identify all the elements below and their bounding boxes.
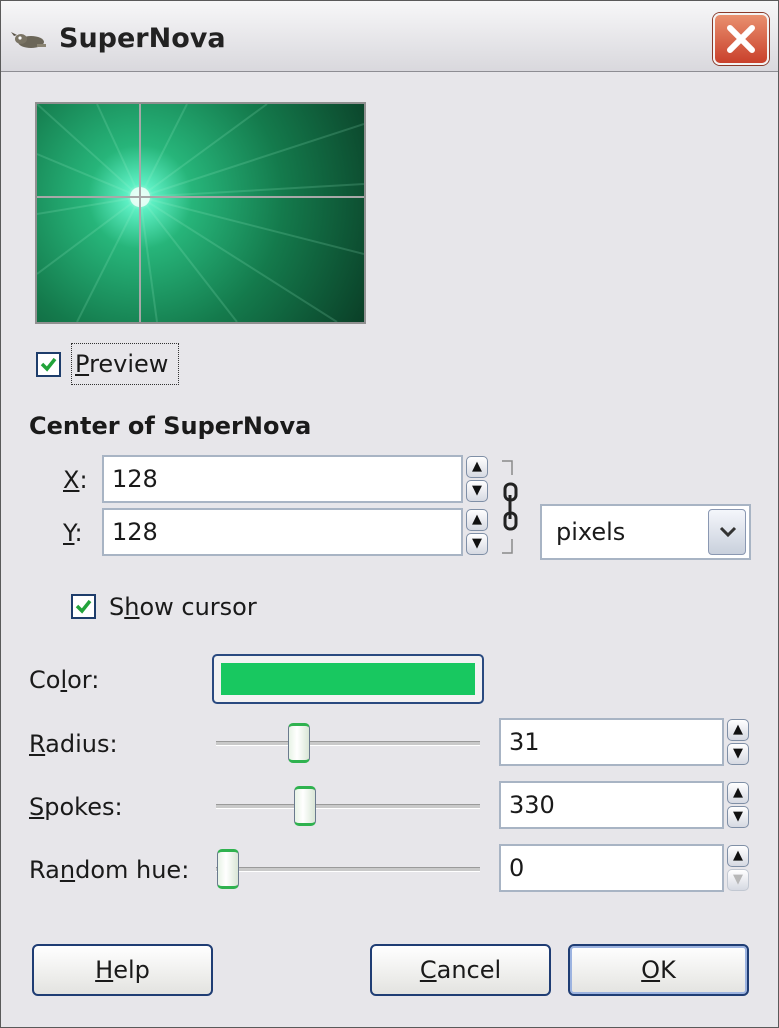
random-hue-increment-button[interactable]: ▲: [727, 845, 749, 867]
radius-decrement-button[interactable]: ▼: [727, 743, 749, 765]
supernova-preview-image: [37, 104, 364, 322]
random-hue-spinner[interactable]: ▲ ▼: [727, 844, 749, 892]
color-button[interactable]: [212, 654, 484, 704]
x-spinner[interactable]: ▲ ▼: [466, 455, 488, 503]
x-label: X:: [63, 466, 88, 494]
checkmark-icon: [75, 599, 92, 614]
x-decrement-button[interactable]: ▼: [466, 480, 488, 502]
radius-spinner[interactable]: ▲ ▼: [727, 718, 749, 766]
title-bar[interactable]: SuperNova: [1, 1, 778, 72]
radius-increment-button[interactable]: ▲: [727, 719, 749, 741]
spokes-decrement-button[interactable]: ▼: [727, 806, 749, 828]
supernova-dialog: SuperNova Preview Center of SuperNova X:…: [0, 0, 779, 1028]
random-hue-slider-handle[interactable]: [217, 849, 239, 889]
units-dropdown-button[interactable]: [708, 509, 746, 555]
show-cursor-checkbox[interactable]: [71, 594, 96, 619]
spokes-spinner[interactable]: ▲ ▼: [727, 781, 749, 829]
y-label: Y:: [63, 519, 83, 547]
gimp-wilber-icon: [11, 32, 46, 48]
radius-slider-handle[interactable]: [288, 723, 310, 763]
random-hue-input[interactable]: 0: [499, 844, 724, 892]
y-decrement-button[interactable]: ▼: [466, 533, 488, 555]
color-label: Color:: [29, 666, 100, 694]
preview-label[interactable]: Preview: [75, 350, 168, 378]
color-swatch: [221, 663, 475, 695]
window-title: SuperNova: [59, 23, 226, 54]
random-hue-label: Random hue:: [29, 856, 190, 884]
y-increment-button[interactable]: ▲: [466, 509, 488, 531]
y-input[interactable]: 128: [102, 508, 463, 556]
close-button[interactable]: [713, 13, 769, 65]
random-hue-slider-track[interactable]: [216, 867, 480, 872]
units-select[interactable]: pixels: [540, 504, 751, 560]
help-button[interactable]: Help: [32, 944, 213, 996]
spokes-slider-handle[interactable]: [294, 786, 316, 826]
spokes-input[interactable]: 330: [499, 781, 724, 829]
spokes-slider-track[interactable]: [216, 804, 480, 809]
chain-link-icon[interactable]: [500, 459, 530, 555]
spokes-increment-button[interactable]: ▲: [727, 782, 749, 804]
show-cursor-label[interactable]: Show cursor: [109, 593, 257, 621]
chevron-down-icon: [719, 526, 737, 538]
y-spinner[interactable]: ▲ ▼: [466, 508, 488, 556]
x-input[interactable]: 128: [102, 455, 463, 503]
spokes-label: Spokes:: [29, 793, 123, 821]
close-x-icon: [727, 25, 755, 53]
random-hue-decrement-button: ▼: [727, 869, 749, 891]
checkmark-icon: [40, 357, 57, 372]
cancel-button[interactable]: Cancel: [370, 944, 551, 996]
radius-slider-track[interactable]: [216, 741, 480, 746]
preview-checkbox[interactable]: [36, 352, 61, 377]
center-section-title: Center of SuperNova: [29, 412, 312, 440]
x-increment-button[interactable]: ▲: [466, 456, 488, 478]
units-value: pixels: [556, 518, 626, 546]
preview-canvas[interactable]: [35, 102, 366, 324]
radius-input[interactable]: 31: [499, 718, 724, 766]
ok-button[interactable]: OK: [568, 944, 749, 996]
radius-label: Radius:: [29, 730, 118, 758]
